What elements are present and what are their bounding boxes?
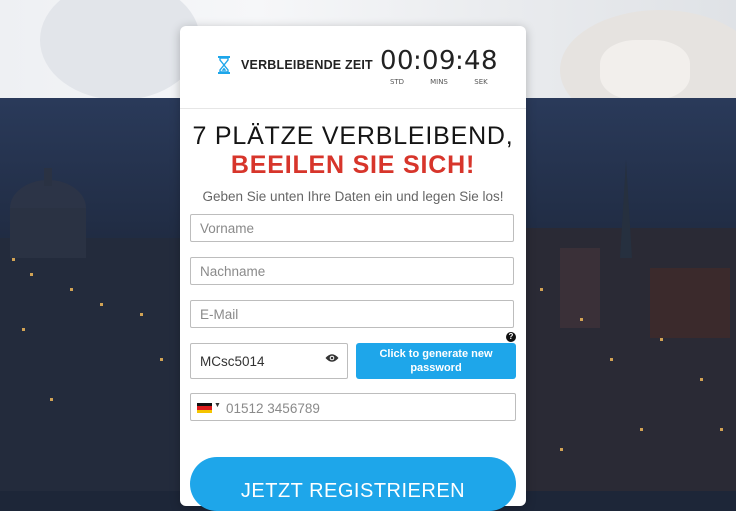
timer-unit-hours: STD	[389, 78, 405, 86]
phone-field: ▼	[190, 393, 516, 422]
password-help-icon[interactable]: ?	[506, 332, 516, 342]
timer-hours: 00	[380, 46, 415, 76]
countdown-clock: 00 : 09 : 48 STD MINS SEK	[380, 46, 500, 96]
timer-label: VERBLEIBENDE ZEIT	[241, 58, 373, 72]
hourglass-icon	[218, 56, 230, 79]
registration-card: VERBLEIBENDE ZEIT 00 : 09 : 48 STD MINS …	[180, 26, 526, 511]
timer-separator: :	[413, 46, 422, 76]
timer-unit-minutes: MINS	[430, 78, 448, 86]
countdown-timer: VERBLEIBENDE ZEIT 00 : 09 : 48 STD MINS …	[180, 26, 526, 109]
lastname-input[interactable]	[190, 257, 514, 285]
register-button[interactable]: JETZT REGISTRIEREN	[190, 457, 516, 511]
form-subtext: Geben Sie unten Ihre Daten ein und legen…	[202, 189, 504, 204]
chevron-down-icon[interactable]: ▼	[214, 402, 221, 409]
generate-password-button[interactable]: Click to generate new password	[356, 343, 516, 379]
timer-unit-seconds: SEK	[474, 78, 488, 86]
headline-hurry: BEEILEN SIE SICH!	[230, 151, 476, 179]
timer-minutes: 09	[422, 46, 457, 76]
email-input[interactable]	[190, 300, 514, 328]
timer-seconds: 48	[464, 46, 499, 76]
germany-flag-icon[interactable]	[197, 403, 212, 413]
phone-input[interactable]	[224, 394, 508, 422]
eye-icon[interactable]	[325, 350, 339, 368]
timer-separator: :	[455, 46, 464, 76]
firstname-input[interactable]	[190, 214, 514, 242]
headline-places-left: 7 PLÄTZE VERBLEIBEND,	[192, 122, 514, 150]
